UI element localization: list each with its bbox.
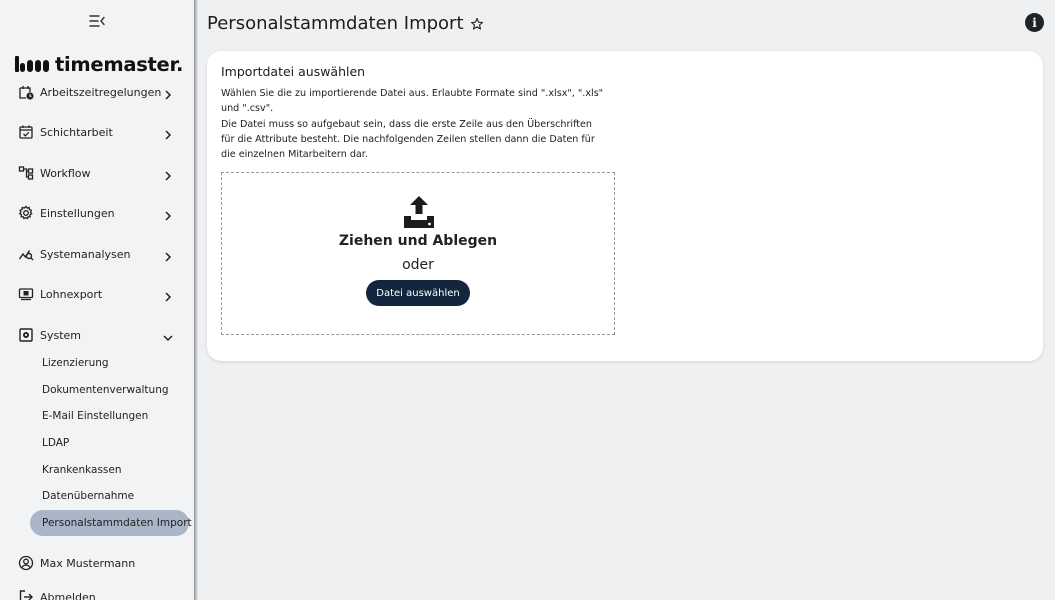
sidebar-item-system[interactable]: System: [0, 320, 194, 350]
sidebar-item-lohnexport[interactable]: Lohnexport: [0, 279, 194, 309]
chevron-right-icon: [162, 86, 174, 100]
sidebar-subitem-label: LDAP: [42, 437, 70, 449]
sidebar-subitem-label: Lizenzierung: [42, 357, 109, 369]
calendar-clock-icon: [17, 83, 35, 101]
choose-file-button[interactable]: Datei auswählen: [366, 280, 470, 306]
sidebar-item-label: System: [40, 328, 82, 342]
calendar-check-icon: [17, 123, 35, 141]
sidebar-item-label: Arbeitszeitregelungen: [40, 85, 162, 99]
sidebar-user[interactable]: Max Mustermann: [0, 548, 194, 578]
import-card: Importdatei auswählen Wählen Sie die zu …: [207, 51, 1043, 361]
page-title: Personalstammdaten Import: [207, 12, 464, 34]
payment-icon: [17, 285, 35, 303]
workflow-icon: [17, 164, 35, 182]
sidebar-subitem-email-einstellungen[interactable]: E-Mail Einstellungen: [30, 403, 189, 429]
card-description: Wählen Sie die zu importierende Datei au…: [221, 86, 606, 162]
chevron-right-icon: [162, 288, 174, 302]
chevron-right-icon: [162, 248, 174, 262]
sidebar-subitem-label: Datenübernahme: [42, 490, 135, 502]
sidebar: timemaster. Arbeitszeitregelungen Schich…: [0, 0, 194, 600]
sidebar-item-label: Lohnexport: [40, 287, 103, 301]
analytics-icon: [17, 245, 35, 263]
collapse-sidebar-icon[interactable]: [87, 12, 107, 30]
sidebar-subitem-label: Krankenkassen: [42, 464, 122, 476]
sidebar-divider: [194, 0, 198, 600]
page-header: Personalstammdaten Import: [207, 10, 484, 36]
sidebar-item-label: Systemanalysen: [40, 247, 131, 261]
gear-icon: [17, 204, 35, 222]
description-formats: Wählen Sie die zu importierende Datei au…: [221, 88, 604, 115]
sidebar-item-einstellungen[interactable]: Einstellungen: [0, 198, 194, 228]
sidebar-subitem-lizenzierung[interactable]: Lizenzierung: [30, 350, 189, 376]
sidebar-item-label: Schichtarbeit: [40, 125, 113, 139]
star-outline-icon[interactable]: [470, 16, 484, 30]
user-circle-icon: [17, 554, 35, 572]
sidebar-item-schichtarbeit[interactable]: Schichtarbeit: [0, 117, 194, 147]
sidebar-subitem-datenuebernahme[interactable]: Datenübernahme: [30, 483, 189, 509]
user-name: Max Mustermann: [40, 556, 136, 570]
info-icon[interactable]: i: [1025, 13, 1044, 32]
logout-label: Abmelden: [40, 590, 96, 600]
logout-button[interactable]: Abmelden: [0, 582, 194, 600]
logo-text: timemaster.: [55, 52, 184, 76]
file-dropzone[interactable]: Ziehen und Ablegen oder Datei auswählen: [221, 172, 615, 335]
sidebar-subitem-krankenkassen[interactable]: Krankenkassen: [30, 457, 189, 483]
card-title: Importdatei auswählen: [221, 64, 366, 79]
sidebar-subitem-label: Personalstammdaten Import: [42, 517, 192, 529]
sidebar-item-label: Workflow: [40, 166, 91, 180]
system-icon: [17, 326, 35, 344]
logo-mark: [15, 56, 49, 72]
sidebar-subitem-ldap[interactable]: LDAP: [30, 430, 189, 456]
logout-icon: [17, 588, 35, 600]
sidebar-item-arbeitszeitregelungen[interactable]: Arbeitszeitregelungen: [0, 77, 194, 107]
sidebar-subitem-label: E-Mail Einstellungen: [42, 410, 149, 422]
chevron-right-icon: [162, 167, 174, 181]
dropzone-title: Ziehen und Ablegen: [338, 233, 498, 249]
sidebar-subitem-personalstammdaten-import[interactable]: Personalstammdaten Import: [30, 510, 192, 536]
sidebar-subitem-dokumentenverwaltung[interactable]: Dokumentenverwaltung: [30, 377, 189, 403]
sidebar-item-workflow[interactable]: Workflow: [0, 158, 194, 188]
chevron-right-icon: [162, 207, 174, 221]
upload-icon: [403, 195, 435, 229]
description-structure: Die Datei muss so aufgebaut sein, dass d…: [221, 118, 595, 161]
dropzone-or: oder: [402, 257, 434, 273]
sidebar-item-label: Einstellungen: [40, 206, 115, 220]
sidebar-item-systemanalysen[interactable]: Systemanalysen: [0, 239, 194, 269]
timemaster-logo: timemaster.: [15, 52, 183, 76]
sidebar-subitem-label: Dokumentenverwaltung: [42, 384, 169, 396]
chevron-right-icon: [162, 126, 174, 140]
chevron-down-icon: [162, 329, 174, 342]
